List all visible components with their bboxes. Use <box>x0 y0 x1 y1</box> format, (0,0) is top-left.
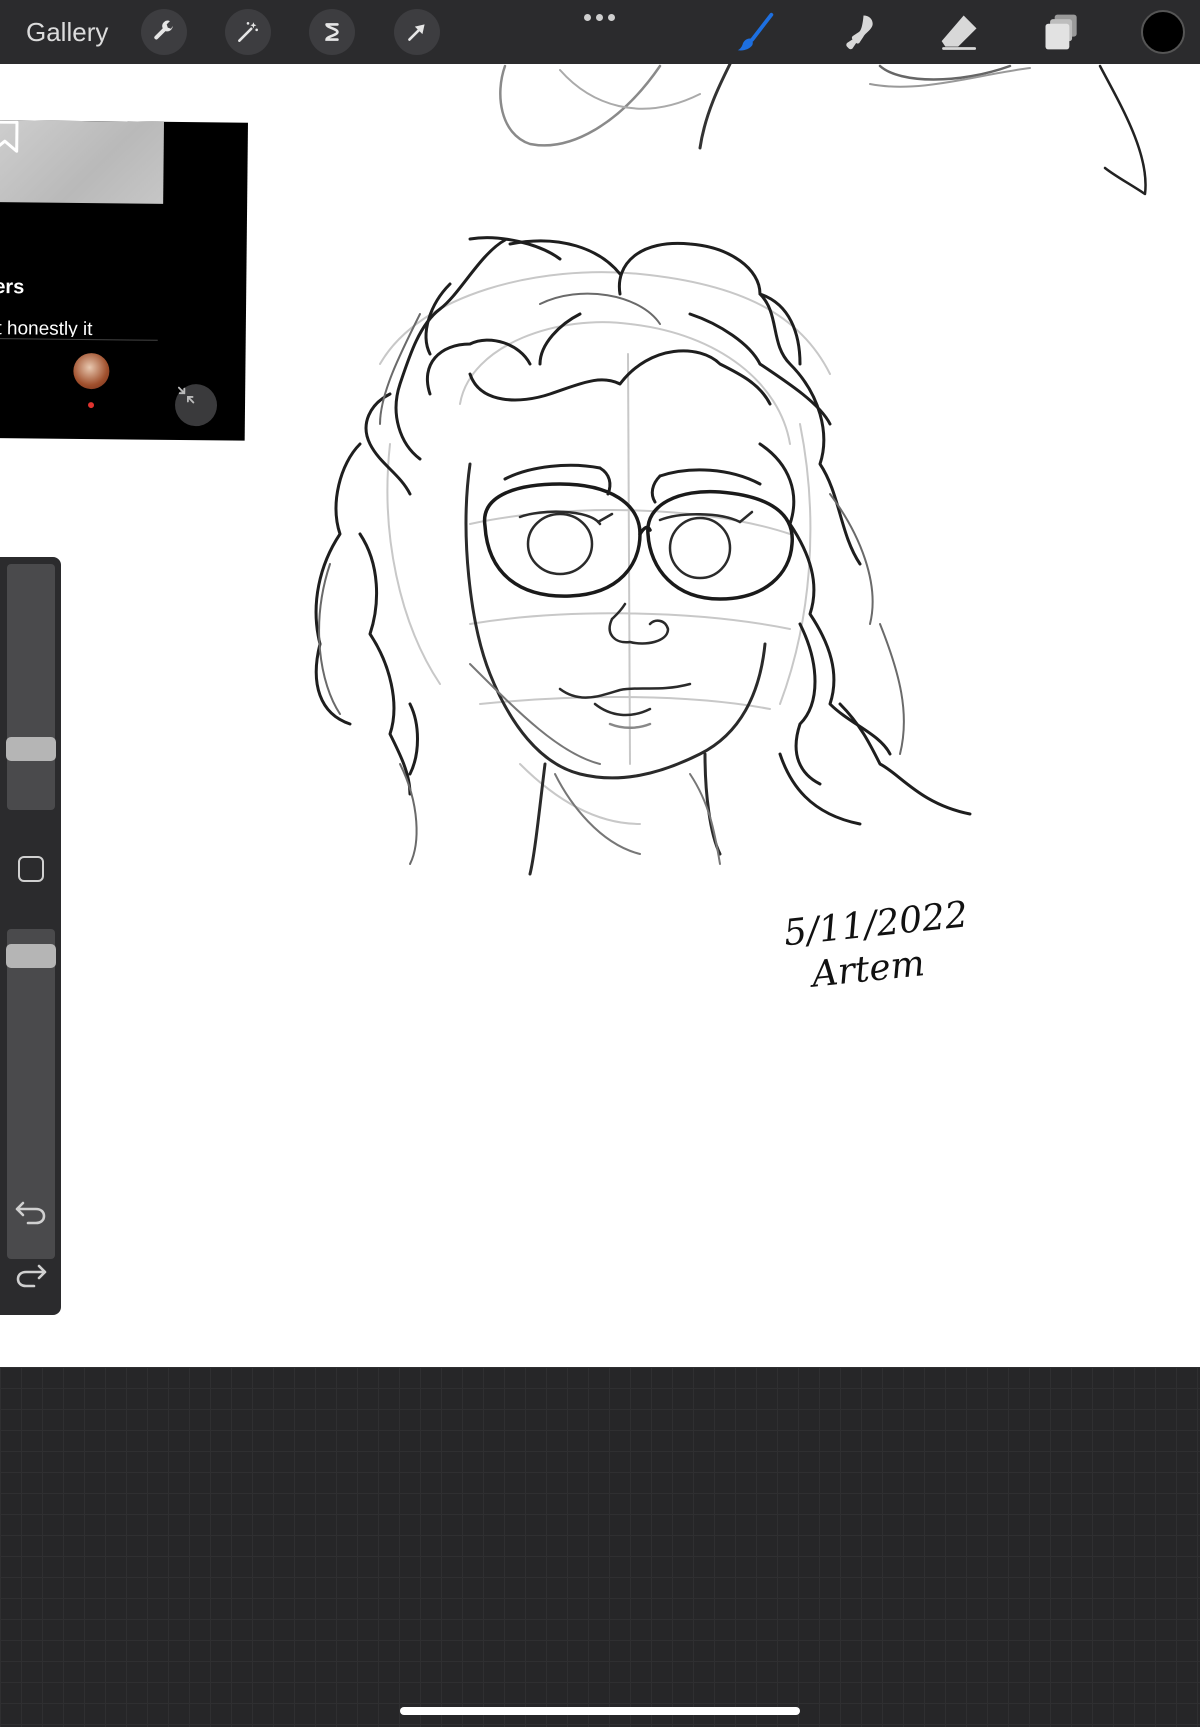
pip-photo <box>0 120 164 204</box>
avatar[interactable] <box>73 352 110 390</box>
pip-text-line-1: ers <box>0 276 25 299</box>
transform-arrow-icon <box>408 24 425 41</box>
color-picker-button[interactable] <box>1141 10 1185 54</box>
picture-in-picture-window[interactable]: ers ut honestly it <box>0 120 248 441</box>
layers-icon <box>1045 14 1077 50</box>
collapse-arrows-icon <box>177 386 195 404</box>
adjustments-button[interactable] <box>225 9 271 55</box>
transform-button[interactable] <box>394 9 440 55</box>
eraser-tool-button[interactable] <box>936 8 984 56</box>
artist-signature: 5/11/2022 Artem <box>782 894 970 1000</box>
gallery-button[interactable]: Gallery <box>26 17 108 48</box>
eraser-icon <box>941 15 977 50</box>
smudge-tool-button[interactable] <box>834 8 882 56</box>
actions-button[interactable] <box>141 9 187 55</box>
selection-icon <box>325 23 339 41</box>
more-options-icon[interactable] <box>582 14 618 22</box>
brush-icon <box>737 12 774 51</box>
layers-button[interactable] <box>1038 8 1086 56</box>
wrench-icon <box>154 20 173 40</box>
top-toolbar: Gallery <box>0 0 1200 64</box>
brush-sidebar <box>0 557 61 1315</box>
home-indicator[interactable] <box>400 1707 800 1715</box>
modify-button[interactable] <box>18 856 44 882</box>
selection-button[interactable] <box>309 9 355 55</box>
brush-size-slider[interactable] <box>6 564 56 810</box>
notification-dot <box>87 402 95 409</box>
brush-size-thumb[interactable] <box>6 737 56 762</box>
brush-tool-button[interactable] <box>732 8 780 56</box>
pip-text-line-2: ut honestly it <box>0 318 93 338</box>
undo-icon[interactable] <box>14 1197 48 1227</box>
opacity-thumb[interactable] <box>6 944 56 969</box>
magic-wand-icon <box>238 22 258 42</box>
workspace-background <box>0 1367 1200 1727</box>
smudge-icon <box>846 15 873 50</box>
pip-divider <box>0 337 158 341</box>
drawing-canvas[interactable]: 5/11/2022 Artem ers ut honestly it <box>0 64 1200 1367</box>
bookmark-icon[interactable] <box>0 120 20 154</box>
collapse-button[interactable] <box>174 383 218 427</box>
redo-icon[interactable] <box>14 1260 48 1290</box>
